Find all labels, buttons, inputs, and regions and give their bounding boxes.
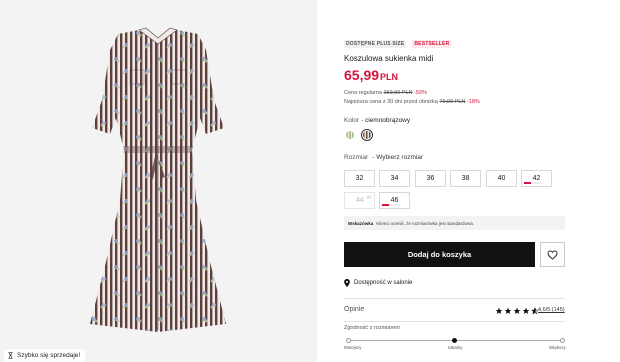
size-text: 44 bbox=[355, 197, 364, 204]
product-details: DOSTĘPNE PLUS SIZE BESTSELLER Koszulowa … bbox=[344, 0, 569, 362]
size-option-34[interactable]: 34 bbox=[379, 170, 410, 187]
lowest-price-discount: -18% bbox=[466, 99, 480, 105]
size-option-42[interactable]: 42 bbox=[521, 170, 552, 187]
size-text: 36 bbox=[426, 175, 435, 182]
store-availability-text: Dostępność w salonie bbox=[354, 280, 413, 286]
price-currency: PLN bbox=[380, 72, 399, 82]
store-availability-link[interactable]: Dostępność w salonie bbox=[344, 279, 412, 287]
fit-point-ideal bbox=[452, 338, 457, 343]
divider bbox=[344, 298, 565, 299]
star-icon bbox=[495, 307, 503, 314]
fit-label-larger: Większy bbox=[549, 345, 566, 350]
size-option-46[interactable]: 46 bbox=[379, 192, 410, 209]
star-icon bbox=[522, 307, 530, 314]
fit-label-ideal: Idealny bbox=[448, 345, 463, 350]
size-text: 46 bbox=[390, 197, 399, 204]
product-price: 65,99PLN bbox=[344, 67, 398, 83]
size-label-text: Rozmiar bbox=[344, 154, 369, 161]
rating-stars bbox=[495, 307, 539, 315]
fast-selling-badge: Szybko się sprzedaje! bbox=[4, 349, 86, 362]
product-image-panel[interactable]: Szybko się sprzedaje! bbox=[0, 0, 317, 362]
swatch-dot bbox=[346, 131, 354, 139]
color-value: ciemnobrązowy bbox=[364, 117, 411, 124]
divider bbox=[344, 321, 565, 322]
size-text: 34 bbox=[390, 175, 399, 182]
bestseller-tag: BESTSELLER bbox=[412, 40, 452, 48]
color-swatch-green[interactable] bbox=[344, 129, 356, 141]
favorite-button[interactable] bbox=[540, 242, 565, 267]
lowest-price-info: Najniższa cena z 30 dni przed obniżką 79… bbox=[344, 99, 480, 105]
reviews-label[interactable]: Opinie bbox=[344, 306, 364, 313]
hourglass-icon bbox=[8, 352, 13, 359]
fit-point-larger bbox=[560, 338, 565, 343]
regular-price-label: Cena regularna bbox=[344, 90, 382, 96]
fit-label-smaller: Mniejszy bbox=[344, 345, 362, 350]
size-text: 40 bbox=[497, 175, 506, 182]
regular-price-info: Cena regularna 159,99 PLN -59% bbox=[344, 90, 427, 96]
color-label-text: Kolor bbox=[344, 117, 360, 124]
low-stock-indicator bbox=[524, 182, 542, 184]
size-tip-title: Wskazówka bbox=[348, 220, 374, 226]
regular-price-discount: -59% bbox=[414, 90, 427, 96]
size-placeholder: Wybierz rozmiar bbox=[376, 154, 424, 161]
product-title: Koszulowa sukienka midi bbox=[344, 54, 434, 63]
color-label: Kolor - ciemnobrązowy bbox=[344, 117, 411, 124]
size-label: Rozmiar - Wybierz rozmiar bbox=[344, 154, 423, 161]
swatch-dot bbox=[363, 131, 371, 139]
low-stock-indicator bbox=[382, 204, 400, 206]
fast-selling-text: Szybko się sprzedaje! bbox=[17, 352, 81, 359]
notify-icon: ✉ bbox=[366, 195, 371, 201]
color-swatches bbox=[344, 129, 373, 141]
rating-summary-link[interactable]: 4,6/5 (145) bbox=[538, 307, 565, 313]
size-text: 32 bbox=[355, 175, 364, 182]
price-value: 65,99 bbox=[344, 67, 380, 83]
size-text: 38 bbox=[461, 175, 470, 182]
color-swatch-brown[interactable] bbox=[361, 129, 373, 141]
add-to-cart-button[interactable]: Dodaj do koszyka bbox=[344, 242, 535, 267]
size-option-38[interactable]: 38 bbox=[450, 170, 481, 187]
lowest-price-label: Najniższa cena z 30 dni przed obniżką bbox=[344, 99, 438, 105]
fit-point-smaller bbox=[346, 338, 351, 343]
size-selection[interactable]: - Wybierz rozmiar bbox=[372, 154, 423, 161]
dress-illustration bbox=[90, 30, 226, 332]
size-option-40[interactable]: 40 bbox=[486, 170, 517, 187]
star-icon bbox=[513, 307, 521, 314]
product-tags: DOSTĘPNE PLUS SIZE BESTSELLER bbox=[344, 40, 452, 48]
fit-label: Zgodność z rozmiarem bbox=[344, 325, 400, 331]
size-option-44[interactable]: 44 ✉ bbox=[344, 192, 375, 209]
plus-size-tag: DOSTĘPNE PLUS SIZE bbox=[344, 40, 407, 48]
size-tip: Wskazówka Klienci ocenili, że rozmiarówk… bbox=[344, 216, 565, 230]
size-option-36[interactable]: 36 bbox=[415, 170, 446, 187]
regular-price-value: 159,99 PLN bbox=[383, 90, 413, 96]
size-option-32[interactable]: 32 bbox=[344, 170, 375, 187]
location-pin-icon bbox=[344, 279, 350, 287]
lowest-price-value: 79,99 PLN bbox=[439, 99, 466, 105]
star-icon bbox=[504, 307, 512, 314]
size-text: 42 bbox=[532, 175, 541, 182]
size-tip-text: Klienci ocenili, że rozmiarówka jest sta… bbox=[376, 220, 475, 226]
heart-icon bbox=[547, 249, 558, 260]
product-page: Szybko się sprzedaje! DOSTĘPNE PLUS SIZE… bbox=[0, 0, 620, 362]
product-image[interactable] bbox=[0, 0, 317, 362]
